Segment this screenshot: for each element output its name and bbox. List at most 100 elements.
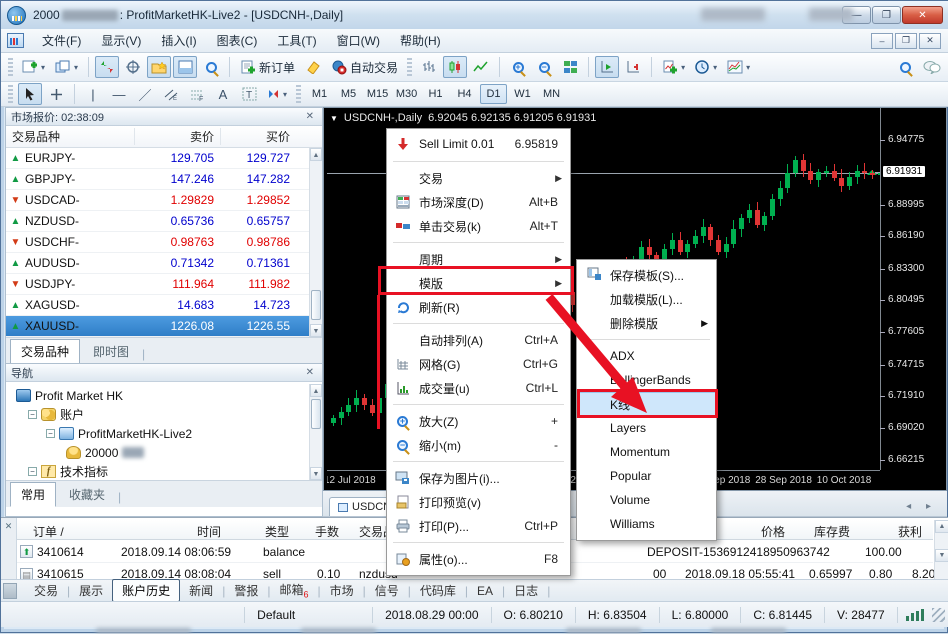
tab-tick-chart[interactable]: 即时图 [82,339,140,364]
menu-item-one-click-trading[interactable]: 单击交易(k)Alt+T [387,214,570,238]
crosshair-tool[interactable] [44,83,68,105]
submenu-template-layers[interactable]: Layers [577,416,716,440]
menu-item-properties[interactable]: 属性(o)...F8 [387,547,570,571]
timeframe-m1[interactable]: M1 [306,84,333,104]
search-button[interactable] [893,56,917,78]
tab-account-history[interactable]: 账户历史 [112,579,180,602]
menu-item-print[interactable]: 打印(P)...Ctrl+P [387,514,570,538]
col-type[interactable]: 类型 [265,523,289,540]
tree-item-indicators[interactable]: − f 技术指标 [12,462,322,481]
submenu-remove-template[interactable]: 删除模版▶ [577,311,716,335]
col-order[interactable]: 订单 / [33,523,64,540]
scroll-down-icon[interactable]: ▼ [935,549,948,562]
symbol-row-xauusd-selected[interactable]: ▲XAUUSD-1226.081226.55 [6,316,322,337]
tab-trade[interactable]: 交易 [25,580,67,601]
submenu-save-template[interactable]: 保存模板(S)... [577,263,716,287]
timeframe-mn[interactable]: MN [538,84,565,104]
tab-news[interactable]: 新闻 [180,580,222,601]
tab-common[interactable]: 常用 [10,482,56,507]
timeframe-m30[interactable]: M30 [393,84,420,104]
chat-button[interactable] [919,56,945,78]
dropdown-arrow-icon[interactable]: ▾ [713,63,717,72]
menu-item-refresh[interactable]: 刷新(R) [387,295,570,319]
metaeditor-button[interactable] [301,56,325,78]
menu-item-volumes[interactable]: 成交量(u)Ctrl+L [387,376,570,400]
status-profile[interactable]: Default [245,607,373,623]
new-chart-button[interactable]: ▾ [18,56,49,78]
auto-scroll-button[interactable] [595,56,619,78]
timeframe-m5[interactable]: M5 [335,84,362,104]
terminal-toggle[interactable] [173,56,197,78]
data-window-button[interactable] [121,56,145,78]
autotrading-button[interactable]: 自动交易 [327,56,402,78]
symbol-row-gbpjpy[interactable]: ▲GBPJPY-147.246147.282 [6,169,322,190]
symbol-row-usdcad[interactable]: ▼USDCAD-1.298291.29852 [6,190,322,211]
menu-help[interactable]: 帮助(H) [390,29,451,52]
menu-item-sell-limit[interactable]: Sell Limit 0.01 6.95819 [387,131,570,157]
chart-shift-button[interactable] [621,56,645,78]
vertical-line-tool[interactable]: | [81,83,105,105]
tab-alerts[interactable]: 警报 [225,580,267,601]
dock-icon[interactable] [3,583,17,599]
tab-experts[interactable]: EA [468,582,502,600]
tab-signals[interactable]: 信号 [366,580,408,601]
symbol-row-xagusd[interactable]: ▲XAGUSD-14.68314.723 [6,295,322,316]
chart-tab-scroll-arrows[interactable]: ◂ ▸ [906,501,937,512]
tree-item-broker[interactable]: Profit Market HK [12,386,322,405]
periods-button[interactable]: ▾ [691,56,721,78]
col-lots[interactable]: 手数 [315,523,339,540]
symbol-row-eurjpy[interactable]: ▲EURJPY-129.705129.727 [6,148,322,169]
arrows-tool[interactable]: ▾ [263,83,291,105]
profiles-button[interactable]: ▾ [51,56,82,78]
close-panel-icon[interactable]: ✕ [1,518,16,532]
navigator-scrollbar[interactable]: ▲ ▼ [309,384,322,480]
scroll-up-icon[interactable]: ▲ [310,148,322,161]
tab-mailbox[interactable]: 邮箱6 [270,579,317,601]
horizontal-line-tool[interactable]: — [107,83,131,105]
toolbar-grip[interactable] [296,85,301,103]
timeframe-w1[interactable]: W1 [509,84,536,104]
submenu-template-williams[interactable]: Williams [577,512,716,536]
symbol-row-usdchf[interactable]: ▼USDCHF-0.987630.98786 [6,232,322,253]
menu-insert[interactable]: 插入(I) [151,29,206,52]
tile-windows-button[interactable] [558,56,582,78]
col-time[interactable]: 时间 [197,523,221,540]
dropdown-arrow-icon[interactable]: ▾ [41,63,45,72]
submenu-template-momentum[interactable]: Momentum [577,440,716,464]
maximize-button[interactable]: ❐ [872,6,901,24]
dropdown-arrow-icon[interactable]: ▾ [746,63,750,72]
line-chart-button[interactable] [469,56,493,78]
tab-code-base[interactable]: 代码库 [411,580,465,601]
tab-market[interactable]: 市场 [321,580,363,601]
symbol-row-nzdusd[interactable]: ▲NZDUSD-0.657360.65757 [6,211,322,232]
collapse-icon[interactable]: − [46,429,55,438]
close-panel-icon[interactable]: ✕ [303,111,317,122]
dropdown-arrow-icon[interactable]: ▾ [283,90,287,99]
market-watch-toggle[interactable] [95,56,119,78]
menu-item-grid[interactable]: 网格(G)Ctrl+G [387,352,570,376]
menu-item-auto-arrange[interactable]: 自动排列(A)Ctrl+A [387,328,570,352]
scroll-up-icon[interactable]: ▲ [935,520,948,533]
symbol-row-usdjpy[interactable]: ▼USDJPY-111.964111.982 [6,274,322,295]
toolbar-grip[interactable] [8,85,13,103]
text-label-tool[interactable]: T [237,83,261,105]
resize-grip[interactable] [932,608,945,622]
col-price[interactable]: 价格 [761,523,785,540]
submenu-template-volume[interactable]: Volume [577,488,716,512]
channel-tool[interactable]: E [159,83,183,105]
close-button[interactable]: ✕ [902,6,943,24]
text-tool[interactable]: A [211,83,235,105]
toolbar-grip[interactable] [407,58,412,76]
zoom-in-button[interactable]: + [506,56,530,78]
one-click-arrow-icon[interactable]: ▼ [330,114,338,123]
indicators-button[interactable]: ▾ [658,56,689,78]
menu-tools[interactable]: 工具(T) [267,29,326,52]
col-profit[interactable]: 获利 [898,523,922,540]
fibonacci-tool[interactable]: F [185,83,209,105]
child-restore-button[interactable]: ❐ [895,33,917,49]
toolbar-grip[interactable] [8,58,13,76]
dropdown-arrow-icon[interactable]: ▾ [681,63,685,72]
strategy-tester-button[interactable] [199,56,223,78]
submenu-template-popular[interactable]: Popular [577,464,716,488]
menu-item-trade[interactable]: 交易▶ [387,166,570,190]
